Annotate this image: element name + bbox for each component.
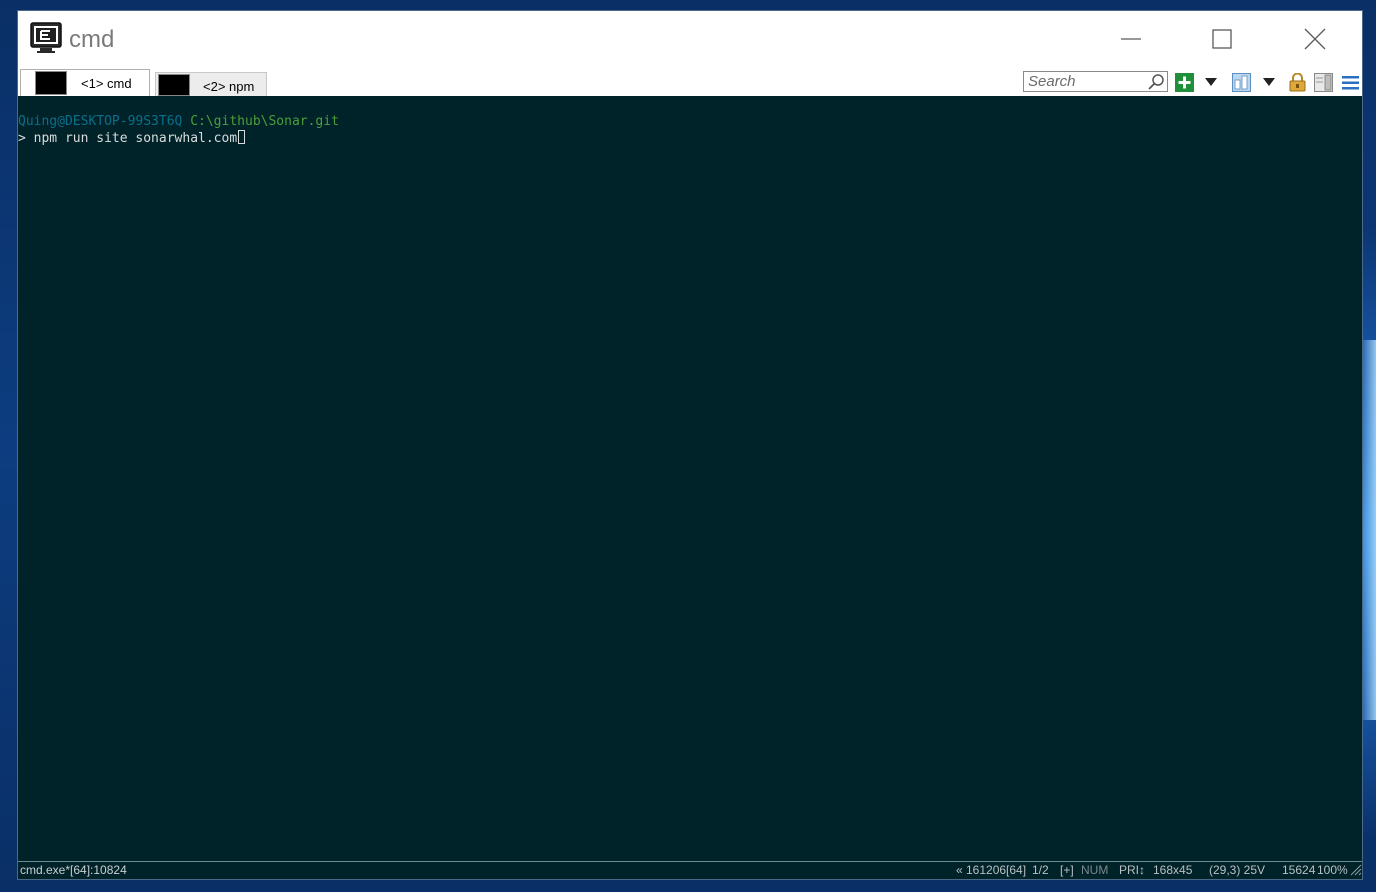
- prompt-path: C:\github\Sonar.git: [190, 114, 339, 129]
- panel-button[interactable]: [1313, 72, 1333, 92]
- resize-grip-icon[interactable]: [1348, 862, 1362, 879]
- tab-label: <2> npm: [203, 79, 255, 94]
- desktop-wallpaper-glow: [1362, 340, 1376, 720]
- status-process[interactable]: cmd.exe*[64]:10824: [20, 863, 127, 877]
- conemu-window: cmd <1> cmd <2> npm Search Quing@DESKTOP…: [17, 10, 1363, 880]
- split-panes-button[interactable]: [1231, 72, 1251, 92]
- window-title: cmd: [69, 26, 115, 53]
- command-text: npm run site sonarwhal.com: [33, 131, 238, 146]
- panel-icon: [1313, 72, 1333, 92]
- menu-button[interactable]: [1340, 72, 1360, 92]
- menu-icon: [1341, 75, 1359, 89]
- search-input[interactable]: [1028, 73, 1146, 90]
- status-zoom[interactable]: 100%: [1317, 863, 1348, 877]
- status-pid[interactable]: 15624: [1282, 863, 1315, 877]
- close-icon: [1304, 28, 1326, 50]
- new-console-button[interactable]: [1174, 72, 1194, 92]
- tab-thumbnail: [158, 73, 190, 96]
- tab-npm[interactable]: <2> npm: [155, 72, 267, 96]
- conemu-app-icon: [30, 22, 62, 54]
- minimize-icon: [1121, 38, 1141, 40]
- text-cursor: [238, 130, 246, 144]
- tab-thumbnail: [35, 71, 67, 95]
- prompt-line: Quing@DESKTOP-99S3T6Q C:\github\Sonar.gi…: [18, 113, 1362, 130]
- maximize-button[interactable]: [1199, 11, 1245, 67]
- dropdown-arrow-icon: [1263, 78, 1275, 86]
- new-console-dropdown[interactable]: [1201, 72, 1221, 92]
- status-num[interactable]: NUM: [1081, 863, 1108, 877]
- prompt-user: Quing@DESKTOP-99S3T6Q: [18, 114, 183, 129]
- search-icon[interactable]: [1147, 73, 1165, 96]
- status-pri[interactable]: PRI↕: [1119, 863, 1145, 877]
- new-console-icon: [1174, 72, 1194, 92]
- search-box[interactable]: [1023, 71, 1168, 92]
- tab-bar: <1> cmd <2> npm: [18, 67, 1362, 97]
- lock-button[interactable]: [1287, 72, 1307, 92]
- status-size[interactable]: 168x45: [1153, 863, 1192, 877]
- tab-cmd[interactable]: <1> cmd: [20, 69, 150, 96]
- close-button[interactable]: [1292, 11, 1338, 67]
- status-plus[interactable]: [+]: [1060, 863, 1074, 877]
- split-panes-dropdown[interactable]: [1259, 72, 1279, 92]
- status-pane[interactable]: 1/2: [1032, 863, 1049, 877]
- maximize-icon: [1212, 29, 1232, 49]
- status-cursor[interactable]: (29,3) 25V: [1209, 863, 1265, 877]
- status-position[interactable]: « 161206[64]: [956, 863, 1026, 877]
- prompt-symbol: >: [18, 131, 26, 146]
- split-panes-icon: [1231, 72, 1251, 92]
- minimize-button[interactable]: [1108, 11, 1154, 67]
- title-bar[interactable]: cmd: [18, 11, 1362, 67]
- console-output[interactable]: Quing@DESKTOP-99S3T6Q C:\github\Sonar.gi…: [18, 96, 1362, 861]
- tab-label: <1> cmd: [81, 75, 132, 91]
- status-bar: cmd.exe*[64]:10824 « 161206[64] 1/2 [+] …: [18, 861, 1362, 879]
- dropdown-arrow-icon: [1205, 78, 1217, 86]
- command-line[interactable]: > npm run site sonarwhal.com: [18, 130, 1362, 147]
- lock-icon: [1289, 72, 1305, 91]
